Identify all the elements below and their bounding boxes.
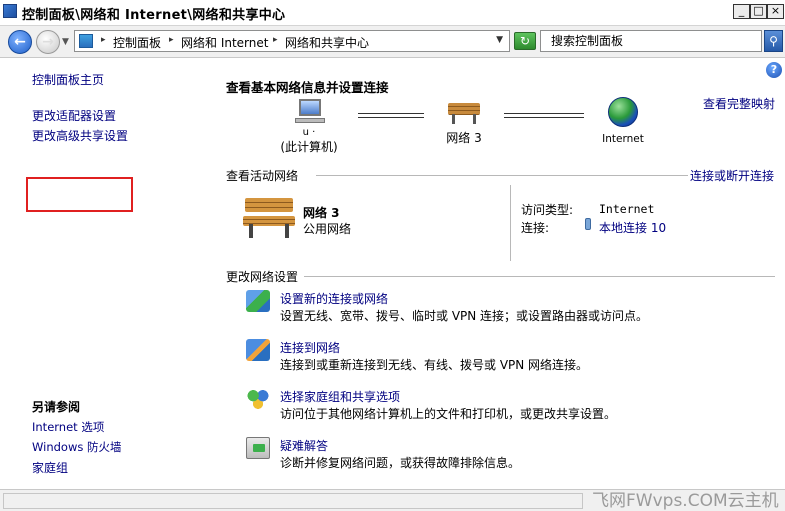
local-connection-link[interactable]: 本地连接 10	[599, 219, 666, 236]
page-title: 查看基本网络信息并设置连接	[226, 80, 389, 95]
setup-connection-link[interactable]: 设置新的连接或网络	[280, 290, 388, 307]
internet-options-link[interactable]: Internet 选项	[32, 419, 104, 435]
help-icon[interactable]: ?	[766, 62, 782, 78]
connect-disconnect-link[interactable]: 连接或断开连接	[690, 167, 774, 184]
network-folder-icon	[79, 34, 93, 48]
change-adapter-settings-link[interactable]: 更改适配器设置	[32, 107, 116, 124]
section-divider	[316, 175, 688, 176]
task-description: 访问位于其他网络计算机上的文件和打印机，或更改共享设置。	[280, 407, 617, 421]
internet-label: Internet	[602, 133, 644, 145]
access-type-value: Internet	[599, 202, 655, 216]
network-label: 网络 3	[446, 131, 482, 145]
forward-button[interactable]: →	[36, 30, 60, 54]
troubleshoot-link[interactable]: 疑难解答	[280, 437, 328, 454]
control-panel-home-link[interactable]: 控制面板主页	[32, 71, 104, 88]
status-bar: 飞网FWvps.COM云主机	[0, 489, 785, 511]
change-settings-heading: 更改网络设置	[226, 270, 299, 284]
windows-firewall-link[interactable]: Windows 防火墙	[32, 439, 122, 455]
new-connection-icon	[246, 290, 270, 312]
minimize-button[interactable]: _	[733, 4, 750, 19]
troubleshoot-icon	[246, 437, 270, 459]
homegroup-icon	[246, 388, 270, 410]
computer-icon	[293, 99, 325, 125]
connection-line	[504, 113, 584, 118]
recent-pages-chevron-icon[interactable]: ▼	[62, 37, 69, 47]
active-network-name: 网络 3	[303, 206, 340, 220]
public-network-bench-icon	[243, 196, 295, 238]
section-divider	[304, 276, 775, 277]
network-type-link[interactable]: 公用网络	[303, 220, 351, 237]
window-title: 控制面板\网络和 Internet\网络和共享中心	[22, 8, 286, 23]
active-networks-heading: 查看活动网络	[226, 169, 299, 183]
this-computer-node[interactable]: u · (此计算机)	[274, 99, 344, 155]
internet-node[interactable]: Internet	[592, 97, 654, 145]
address-toolbar: ← → ▼ ▸ 控制面板 ▸ 网络和 Internet ▸ 网络和共享中心 ▼ …	[0, 26, 785, 58]
connect-to-network-link[interactable]: 连接到网络	[280, 339, 340, 356]
breadcrumb-network-internet[interactable]: 网络和 Internet	[181, 34, 268, 51]
task-description: 诊断并修复网络问题，或获得故障排除信息。	[280, 456, 521, 470]
computer-name: u ·	[302, 127, 316, 138]
refresh-button[interactable]: ↻	[514, 32, 536, 50]
chevron-right-icon[interactable]: ▸	[169, 35, 174, 45]
close-button[interactable]: ×	[767, 4, 784, 19]
see-also-heading: 另请参阅	[32, 400, 81, 414]
chevron-right-icon[interactable]: ▸	[273, 35, 278, 45]
connect-network-icon	[246, 339, 270, 361]
left-pane: 控制面板主页 更改适配器设置 更改高级共享设置 另请参阅 Internet 选项…	[0, 59, 210, 489]
connection-line	[358, 113, 424, 118]
maximize-button[interactable]: □	[750, 4, 767, 19]
connections-label: 连接:	[521, 221, 550, 235]
search-box[interactable]	[540, 30, 762, 52]
forward-arrow-icon: →	[42, 34, 54, 50]
breadcrumb-control-panel[interactable]: 控制面板	[113, 34, 161, 51]
title-bar: 控制面板\网络和 Internet\网络和共享中心 _ □ ×	[0, 0, 785, 26]
search-input[interactable]	[541, 31, 761, 51]
address-dropdown-icon[interactable]: ▼	[496, 35, 503, 45]
watermark: 飞网FWvps.COM云主机	[592, 491, 779, 511]
view-full-map-link[interactable]: 查看完整映射	[703, 95, 775, 112]
task-description: 连接到或重新连接到无线、有线、拨号或 VPN 网络连接。	[280, 358, 589, 372]
plug-icon	[585, 218, 591, 230]
status-segment	[3, 493, 583, 509]
search-icon[interactable]: ⚲	[764, 30, 783, 52]
main-pane: ? 查看基本网络信息并设置连接 查看完整映射 u · (此计算机) 网络 3 I…	[210, 59, 785, 489]
back-arrow-icon: ←	[14, 34, 26, 50]
globe-icon	[608, 97, 638, 127]
back-button[interactable]: ←	[8, 30, 32, 54]
homegroup-link[interactable]: 家庭组	[32, 459, 68, 476]
highlight-annotation	[26, 177, 133, 212]
control-panel-icon	[3, 4, 17, 18]
chevron-right-icon[interactable]: ▸	[101, 35, 106, 45]
access-type-label: 访问类型:	[521, 203, 574, 217]
vertical-divider	[510, 185, 511, 261]
this-computer-label: (此计算机)	[280, 140, 338, 154]
task-description: 设置无线、宽带、拨号、临时或 VPN 连接；或设置路由器或访问点。	[280, 309, 649, 323]
address-box[interactable]: ▸ 控制面板 ▸ 网络和 Internet ▸ 网络和共享中心 ▼	[74, 30, 510, 52]
breadcrumb-network-sharing-center[interactable]: 网络和共享中心	[285, 34, 369, 51]
network-node[interactable]: 网络 3	[432, 99, 496, 146]
homegroup-sharing-link[interactable]: 选择家庭组和共享选项	[280, 388, 400, 405]
bench-icon	[446, 99, 482, 125]
change-advanced-sharing-link[interactable]: 更改高级共享设置	[32, 127, 128, 144]
